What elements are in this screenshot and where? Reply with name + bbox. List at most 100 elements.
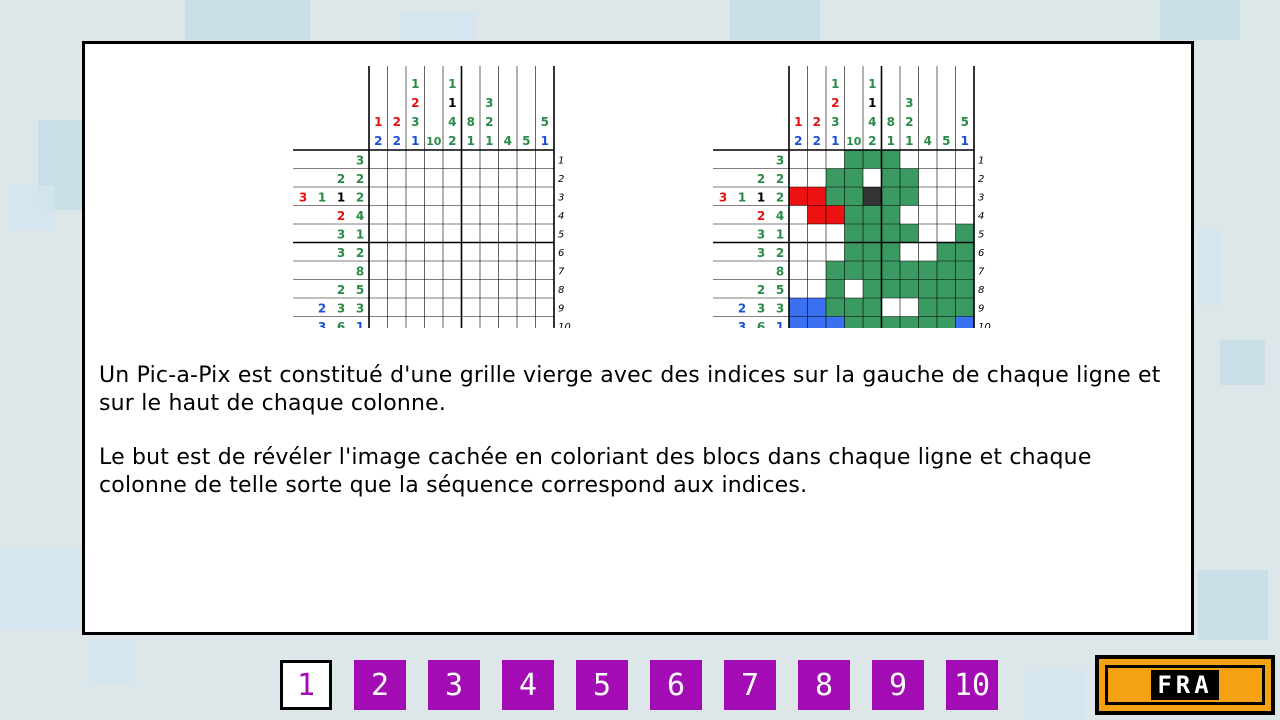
intro-paragraph-2: Le but est de révéler l'image cachée en …: [99, 445, 1092, 498]
row-label: 3: [978, 193, 984, 204]
filled-cell: [844, 242, 863, 261]
page-button-10[interactable]: 10: [946, 660, 998, 710]
filled-cell: [937, 316, 956, 328]
page-button-4[interactable]: 4: [502, 660, 554, 710]
filled-cell: [863, 205, 882, 224]
page-button-2[interactable]: 2: [354, 660, 406, 710]
column-clue: 8: [887, 115, 895, 129]
page-button-1[interactable]: 1: [280, 660, 332, 710]
filled-cell: [863, 261, 882, 280]
filled-cell: [937, 279, 956, 298]
filled-cell: [918, 279, 937, 298]
page-button-7[interactable]: 7: [724, 660, 776, 710]
row-clue: 4: [776, 209, 784, 223]
row-clue: 1: [757, 191, 765, 205]
column-clue: 2: [831, 96, 839, 110]
page-button-8[interactable]: 8: [798, 660, 850, 710]
filled-cell: [807, 187, 826, 206]
filled-cell: [789, 298, 808, 317]
row-clue: 3: [776, 154, 784, 168]
filled-cell: [955, 298, 974, 317]
background-square: [1198, 230, 1220, 305]
row-clue: 2: [776, 191, 784, 205]
filled-cell: [789, 316, 808, 328]
filled-cell: [826, 261, 845, 280]
filled-cell: [826, 316, 845, 328]
background-square: [730, 0, 820, 40]
filled-cell: [955, 224, 974, 243]
filled-cell: [844, 205, 863, 224]
filled-cell: [881, 187, 900, 206]
column-clue: 3: [905, 96, 913, 110]
column-clue: 3: [831, 115, 839, 129]
filled-cell: [844, 316, 863, 328]
filled-cell: [881, 168, 900, 187]
page-button-5[interactable]: 5: [576, 660, 628, 710]
filled-cell: [863, 242, 882, 261]
row-label: 2: [978, 174, 984, 185]
filled-cell: [844, 150, 863, 169]
solved-puzzle-grid: 12221231 10114281321 4 55132 23 1 1 22 43 13 282 52…: [713, 66, 991, 328]
row-clue: 5: [776, 283, 784, 297]
background-square: [220, 0, 310, 40]
filled-cell: [826, 205, 845, 224]
filled-cell: [863, 150, 882, 169]
filled-cell: [826, 168, 845, 187]
page-button-9[interactable]: 9: [872, 660, 924, 710]
background-square: [400, 12, 475, 40]
row-clue: 1: [776, 320, 784, 328]
column-clue: 2: [905, 115, 913, 129]
tutorial-panel: 1 2 2 2 1 2 3 1 10 1 1 4 2 8 1 3 2 1 4 5 5 1 3 2 2 3 1 1 2 2 4 3 1 3 2 8 2 5 2…: [82, 41, 1194, 635]
column-clue: 1: [868, 96, 876, 110]
filled-cell: [863, 187, 882, 206]
column-clue: 5: [942, 134, 950, 148]
filled-cell: [955, 242, 974, 261]
filled-cell: [900, 316, 919, 328]
column-clue: 2: [813, 115, 821, 129]
column-clue: 2: [794, 134, 802, 148]
filled-cell: [881, 316, 900, 328]
filled-cell: [900, 279, 919, 298]
column-clue: 10: [846, 135, 862, 148]
row-label: 9: [978, 304, 984, 315]
filled-cell: [881, 279, 900, 298]
filled-cell: [900, 187, 919, 206]
filled-cell: [844, 298, 863, 317]
language-button[interactable]: FRA: [1095, 655, 1275, 715]
background-square: [10, 185, 55, 230]
filled-cell: [789, 187, 808, 206]
filled-cell: [900, 261, 919, 280]
filled-cell: [881, 224, 900, 243]
language-button-frame: FRA: [1099, 659, 1271, 711]
row-label: 4: [978, 211, 984, 222]
background-square: [90, 640, 135, 685]
column-clue: 1: [794, 115, 802, 129]
filled-cell: [900, 224, 919, 243]
row-clue: 3: [719, 191, 727, 205]
column-clue: 1: [868, 77, 876, 91]
filled-cell: [844, 168, 863, 187]
filled-cell: [844, 224, 863, 243]
filled-cell: [918, 261, 937, 280]
row-clue: 2: [738, 302, 746, 316]
row-label: 5: [978, 230, 984, 241]
filled-cell: [881, 150, 900, 169]
column-clue: 2: [813, 134, 821, 148]
filled-cell: [955, 316, 974, 328]
filled-cell: [826, 279, 845, 298]
filled-cell: [881, 242, 900, 261]
page-button-6[interactable]: 6: [650, 660, 702, 710]
row-label: 10: [978, 322, 991, 328]
row-label: 6: [978, 248, 984, 259]
filled-cell: [918, 298, 937, 317]
row-clue: 8: [776, 265, 784, 279]
row-clue: 3: [757, 302, 765, 316]
row-clue: 1: [776, 228, 784, 242]
language-label: FRA: [1151, 670, 1219, 700]
row-clue: 3: [757, 246, 765, 260]
background-square: [1198, 570, 1268, 640]
page-button-3[interactable]: 3: [428, 660, 480, 710]
row-label: 7: [978, 267, 985, 278]
filled-cell: [807, 298, 826, 317]
filled-cell: [844, 261, 863, 280]
